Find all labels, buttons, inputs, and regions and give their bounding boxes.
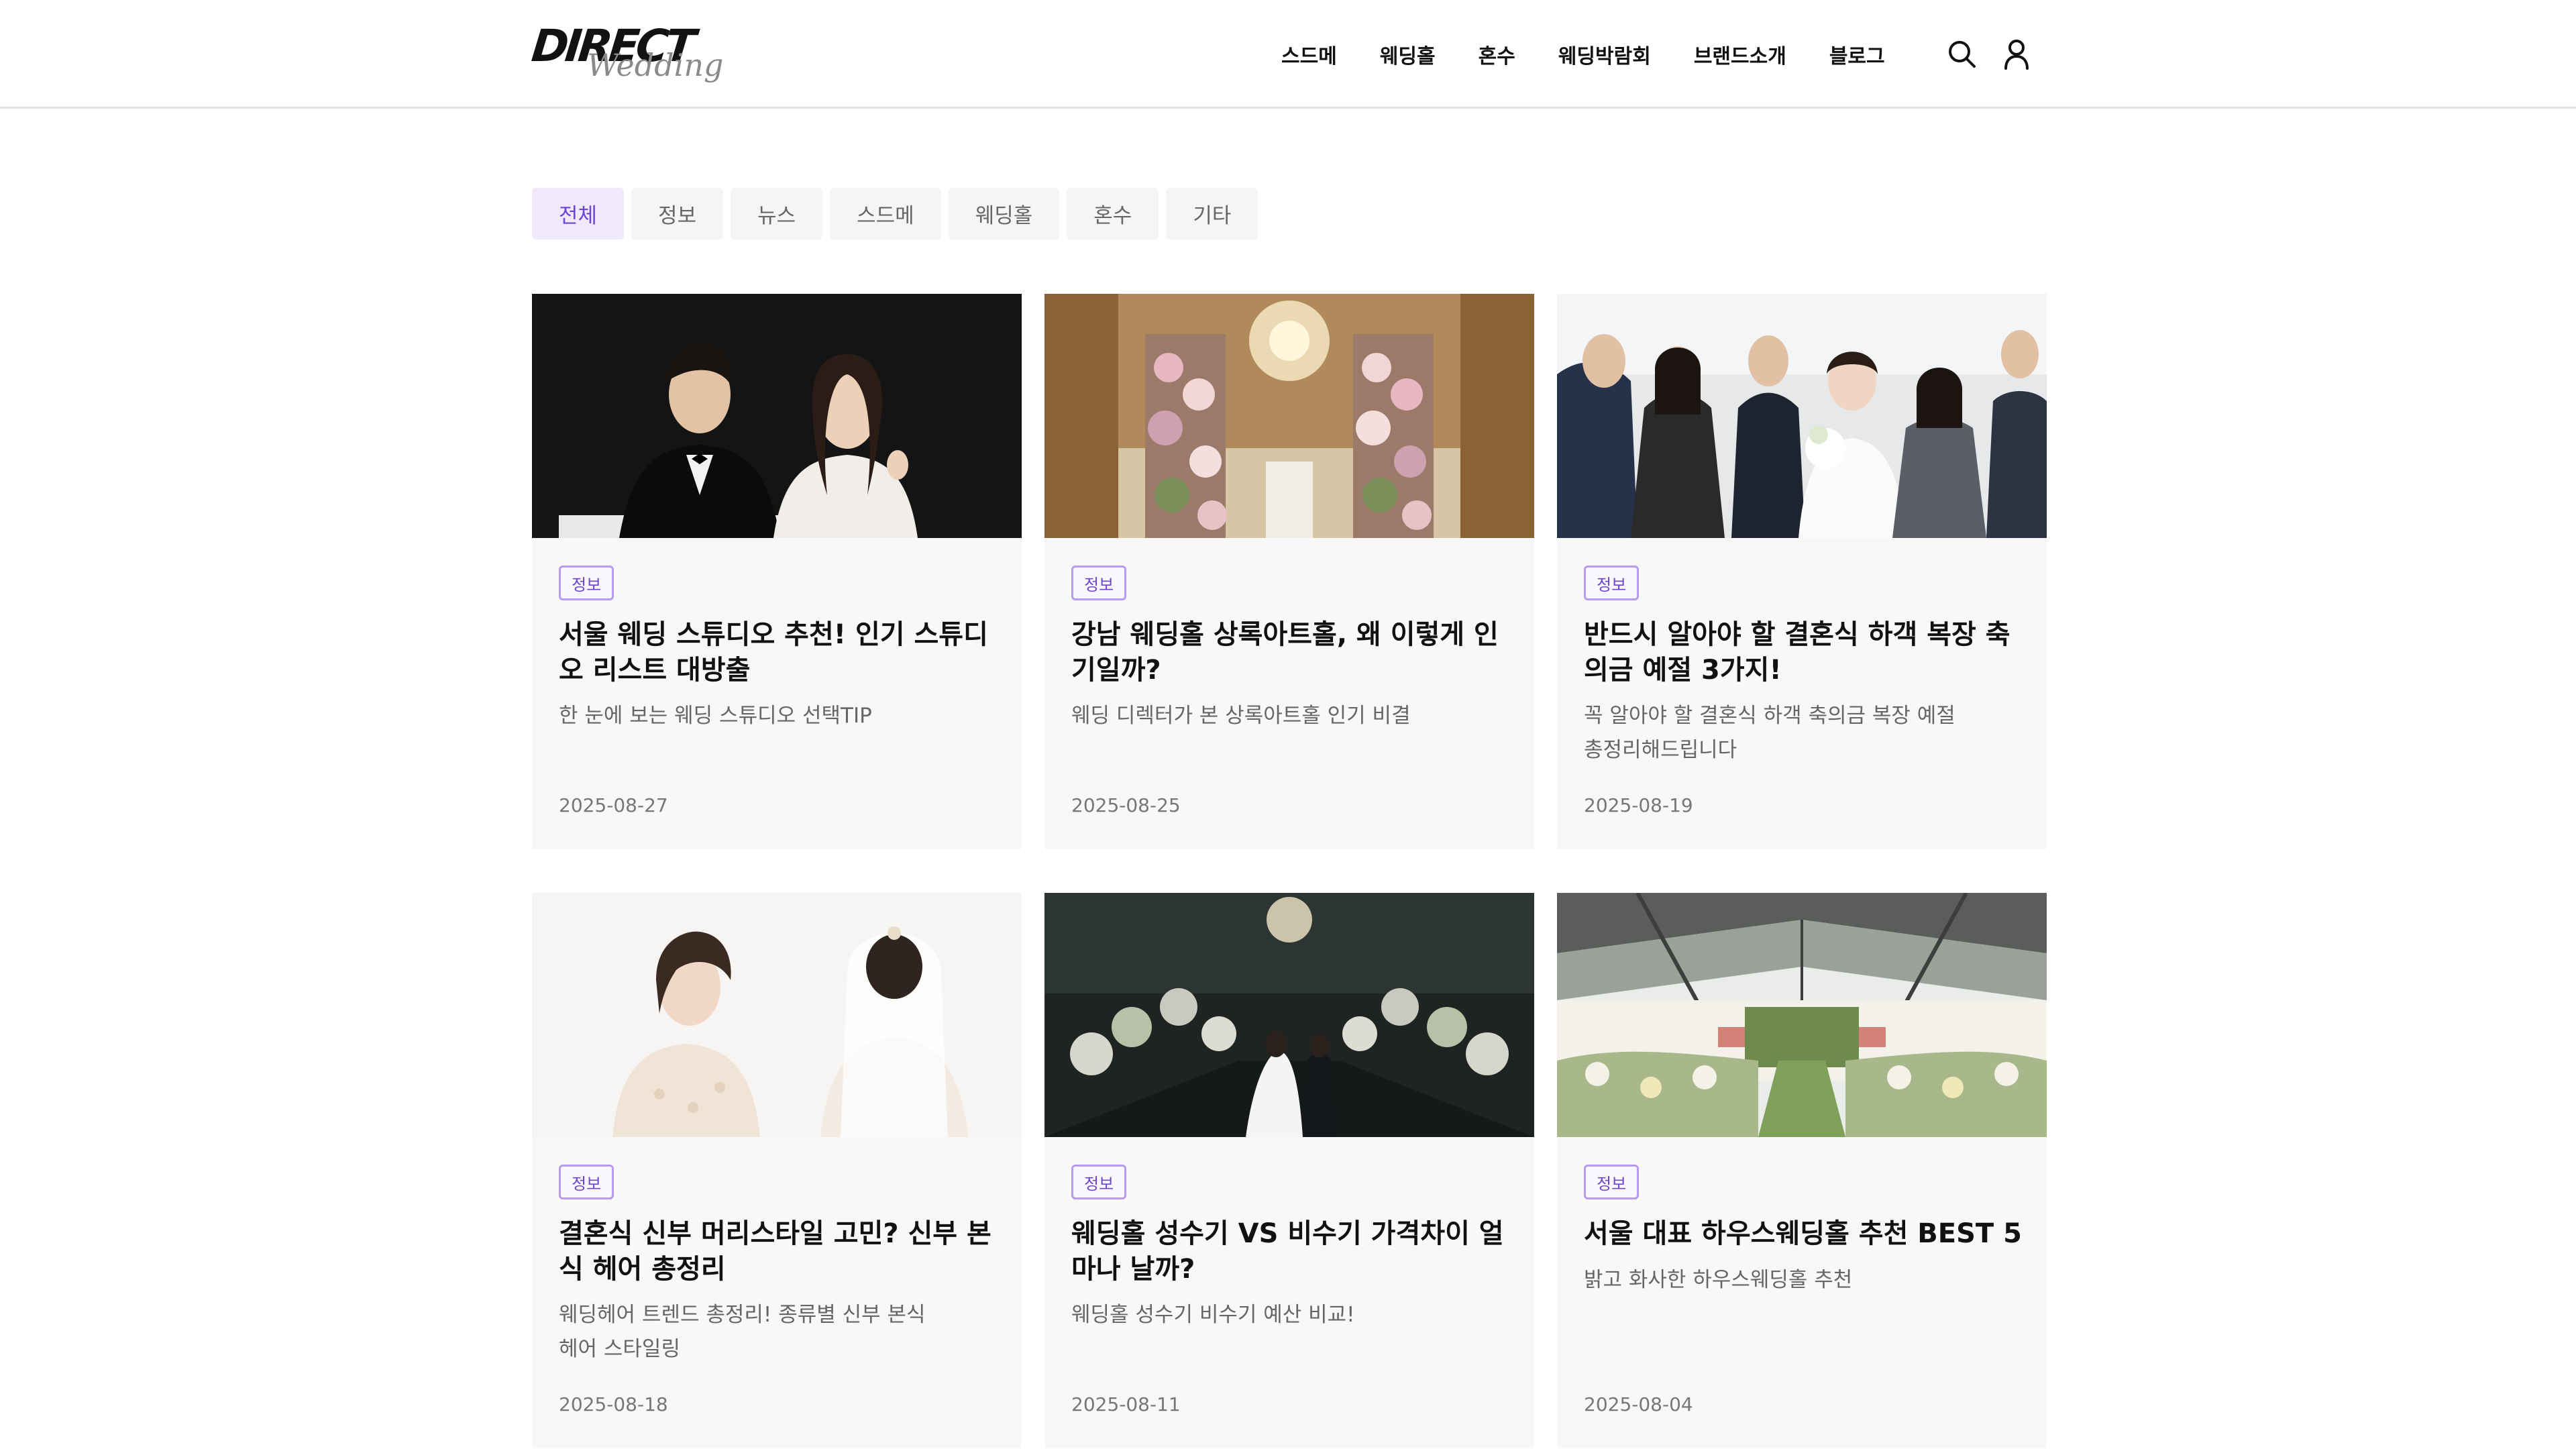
brand-logo[interactable]: DIRECT Wedding: [529, 19, 723, 86]
nav-item-sdm[interactable]: 스드메: [1281, 40, 1337, 69]
filter-etc[interactable]: 기타: [1166, 188, 1258, 239]
filter-news[interactable]: 뉴스: [731, 188, 823, 239]
post-thumbnail: [1044, 294, 1534, 538]
post-thumbnail: [532, 893, 1022, 1137]
filter-honsu[interactable]: 혼수: [1067, 188, 1159, 239]
post-card[interactable]: 정보 웨딩홀 성수기 VS 비수기 가격차이 얼마나 날까? 웨딩홀 성수기 비…: [1044, 893, 1534, 1448]
post-date: 2025-08-11: [1071, 1393, 1181, 1415]
post-thumbnail: [532, 294, 1022, 538]
filter-info[interactable]: 정보: [631, 188, 724, 239]
post-description: 웨딩 디렉터가 본 상록아트홀 인기 비결: [1071, 704, 1411, 728]
category-badge: 정보: [1071, 1165, 1127, 1199]
category-badge: 정보: [1071, 566, 1127, 600]
post-date: 2025-08-27: [559, 794, 668, 816]
post-card[interactable]: 정보 서울 웨딩 스튜디오 추천! 인기 스튜디오 리스트 대방출 한 눈에 보…: [532, 294, 1022, 849]
post-description: 꼭 알아야 할 결혼식 하객 축의금 복장 예절 총정리해드립니다: [1584, 704, 1955, 762]
post-date: 2025-08-18: [559, 1393, 668, 1415]
post-date: 2025-08-25: [1071, 794, 1181, 816]
post-date: 2025-08-19: [1584, 794, 1693, 816]
post-title: 결혼식 신부 머리스타일 고민? 신부 본식 헤어 총정리: [559, 1218, 991, 1285]
post-description: 밝고 화사한 하우스웨딩홀 추천: [1584, 1268, 1853, 1292]
nav-item-honsu[interactable]: 혼수: [1479, 40, 1515, 69]
filter-wedding-hall[interactable]: 웨딩홀: [948, 188, 1060, 239]
post-title: 웨딩홀 성수기 VS 비수기 가격차이 얼마나 날까?: [1071, 1218, 1504, 1285]
post-card[interactable]: 정보 서울 대표 하우스웨딩홀 추천 BEST 5 밝고 화사한 하우스웨딩홀 …: [1557, 893, 2047, 1448]
nav-item-wedding-hall[interactable]: 웨딩홀: [1380, 40, 1436, 69]
post-title: 서울 대표 하우스웨딩홀 추천 BEST 5: [1584, 1218, 2022, 1249]
post-title: 강남 웨딩홀 상록아트홀, 왜 이렇게 인기일까?: [1071, 619, 1499, 686]
search-icon[interactable]: [1945, 38, 1978, 70]
post-thumbnail: [1557, 893, 2047, 1137]
post-thumbnail: [1557, 294, 2047, 538]
category-filter-bar: 전체 정보 뉴스 스드메 웨딩홀 혼수 기타: [532, 188, 1265, 239]
post-description: 웨딩홀 성수기 비수기 예산 비교!: [1071, 1303, 1355, 1327]
logo-script: Wedding: [587, 47, 724, 83]
post-card[interactable]: 정보 결혼식 신부 머리스타일 고민? 신부 본식 헤어 총정리 웨딩헤어 트렌…: [532, 893, 1022, 1448]
user-icon[interactable]: [2000, 38, 2033, 70]
post-description: 한 눈에 보는 웨딩 스튜디오 선택TIP: [559, 704, 872, 728]
nav-item-blog[interactable]: 블로그: [1829, 40, 1885, 69]
nav-item-wedding-fair[interactable]: 웨딩박람회: [1558, 40, 1651, 69]
post-date: 2025-08-04: [1584, 1393, 1693, 1415]
filter-sdm[interactable]: 스드메: [830, 188, 941, 239]
filter-all[interactable]: 전체: [532, 188, 625, 239]
nav-item-brand[interactable]: 브랜드소개: [1694, 40, 1786, 69]
post-card[interactable]: 정보 반드시 알아야 할 결혼식 하객 복장 축의금 예절 3가지! 꼭 알아야…: [1557, 294, 2047, 849]
post-card[interactable]: 정보 강남 웨딩홀 상록아트홀, 왜 이렇게 인기일까? 웨딩 디렉터가 본 상…: [1044, 294, 1534, 849]
post-thumbnail: [1044, 893, 1534, 1137]
category-badge: 정보: [1584, 1165, 1640, 1199]
post-title: 반드시 알아야 할 결혼식 하객 복장 축의금 예절 3가지!: [1584, 619, 2010, 686]
post-description: 웨딩헤어 트렌드 총정리! 종류별 신부 본식 헤어 스타일링: [559, 1303, 926, 1361]
category-badge: 정보: [559, 566, 614, 600]
main-nav: 스드메 웨딩홀 혼수 웨딩박람회 브랜드소개 블로그: [1281, 0, 1885, 109]
post-title: 서울 웨딩 스튜디오 추천! 인기 스튜디오 리스트 대방출: [559, 619, 988, 686]
category-badge: 정보: [559, 1165, 614, 1199]
site-header: DIRECT Wedding 스드메 웨딩홀 혼수 웨딩박람회 브랜드소개 블로…: [0, 0, 2576, 109]
category-badge: 정보: [1584, 566, 1640, 600]
